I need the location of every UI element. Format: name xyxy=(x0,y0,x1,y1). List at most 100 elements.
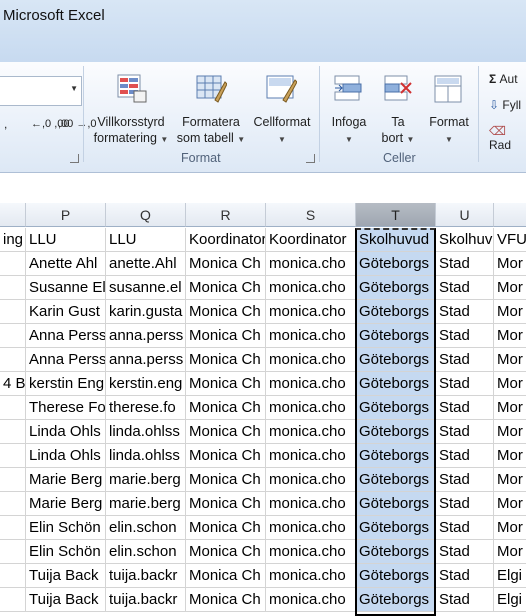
table-cell[interactable]: Marie Berg xyxy=(26,492,106,516)
table-cell[interactable]: Anette Ahl xyxy=(26,252,106,276)
table-cell[interactable]: Monica Ch xyxy=(186,564,266,588)
table-cell[interactable]: Stad xyxy=(436,564,494,588)
table-cell[interactable]: tuija.backr xyxy=(106,564,186,588)
table-cell[interactable]: Elin Schön xyxy=(26,540,106,564)
table-cell[interactable]: Göteborgs xyxy=(356,492,436,516)
table-cell[interactable]: Monica Ch xyxy=(186,252,266,276)
table-cell[interactable]: monica.cho xyxy=(266,588,356,612)
table-cell[interactable]: Anna Perss xyxy=(26,324,106,348)
table-cell[interactable]: Mor xyxy=(494,348,526,372)
table-cell[interactable]: Mor xyxy=(494,372,526,396)
table-cell[interactable]: Stad xyxy=(436,348,494,372)
column-header[interactable]: R xyxy=(186,203,266,227)
table-cell[interactable]: monica.cho xyxy=(266,252,356,276)
table-cell[interactable]: Göteborgs xyxy=(356,300,436,324)
comma-style-button[interactable]: , xyxy=(4,117,7,131)
table-cell[interactable]: anna.perss xyxy=(106,324,186,348)
table-cell[interactable]: karin.gusta xyxy=(106,300,186,324)
table-cell[interactable]: Linda Ohls xyxy=(26,420,106,444)
table-cell[interactable]: therese.fo xyxy=(106,396,186,420)
table-cell[interactable]: Mor xyxy=(494,276,526,300)
table-cell[interactable]: Elgi xyxy=(494,588,526,612)
table-cell[interactable]: monica.cho xyxy=(266,300,356,324)
table-cell[interactable]: Stad xyxy=(436,420,494,444)
table-cell[interactable]: Monica Ch xyxy=(186,420,266,444)
table-cell[interactable]: Stad xyxy=(436,588,494,612)
table-cell[interactable]: anna.perss xyxy=(106,348,186,372)
table-cell[interactable]: monica.cho xyxy=(266,276,356,300)
table-cell[interactable]: tuija.backr xyxy=(106,588,186,612)
table-cell[interactable] xyxy=(0,420,26,444)
table-cell[interactable]: linda.ohlss xyxy=(106,420,186,444)
table-cell[interactable] xyxy=(0,300,26,324)
table-cell[interactable]: Stad xyxy=(436,492,494,516)
table-cell[interactable]: Monica Ch xyxy=(186,396,266,420)
table-cell[interactable]: Anna Perss xyxy=(26,348,106,372)
table-cell[interactable]: Göteborgs xyxy=(356,468,436,492)
table-cell[interactable]: Göteborgs xyxy=(356,540,436,564)
table-cell[interactable]: monica.cho xyxy=(266,564,356,588)
table-cell[interactable]: monica.cho xyxy=(266,420,356,444)
table-cell[interactable]: Göteborgs xyxy=(356,516,436,540)
table-cell[interactable]: Göteborgs xyxy=(356,276,436,300)
column-header[interactable]: Q xyxy=(106,203,186,227)
table-cell[interactable]: Stad xyxy=(436,252,494,276)
table-cell[interactable]: Monica Ch xyxy=(186,300,266,324)
table-cell[interactable]: Stad xyxy=(436,372,494,396)
table-cell[interactable]: Göteborgs xyxy=(356,252,436,276)
column-header[interactable]: U xyxy=(436,203,494,227)
dialog-launcher-icon[interactable] xyxy=(306,154,315,163)
table-cell[interactable]: Stad xyxy=(436,444,494,468)
column-header[interactable] xyxy=(494,203,526,227)
fill-button[interactable]: ⇩ Fyll xyxy=(489,98,521,112)
column-header[interactable]: T xyxy=(356,203,436,227)
table-cell[interactable]: LLU xyxy=(106,228,186,252)
table-cell[interactable]: 4 B xyxy=(0,372,26,396)
table-cell[interactable]: monica.cho xyxy=(266,348,356,372)
table-cell[interactable]: Stad xyxy=(436,276,494,300)
clear-button[interactable]: ⌫ Rad xyxy=(489,124,526,152)
table-cell[interactable] xyxy=(0,540,26,564)
table-cell[interactable]: Stad xyxy=(436,516,494,540)
table-cell[interactable]: Göteborgs xyxy=(356,588,436,612)
table-cell[interactable]: Skolhuvud xyxy=(356,228,436,252)
table-cell[interactable]: Stad xyxy=(436,468,494,492)
table-cell[interactable] xyxy=(0,276,26,300)
table-cell[interactable]: Monica Ch xyxy=(186,588,266,612)
table-cell[interactable]: Skolhuv xyxy=(436,228,494,252)
table-cell[interactable]: LLU xyxy=(26,228,106,252)
table-cell[interactable] xyxy=(0,348,26,372)
table-cell[interactable]: Göteborgs xyxy=(356,372,436,396)
column-header[interactable]: S xyxy=(266,203,356,227)
dialog-launcher-icon[interactable] xyxy=(70,154,79,163)
table-cell[interactable]: Mor xyxy=(494,420,526,444)
table-cell[interactable]: Linda Ohls xyxy=(26,444,106,468)
table-cell[interactable]: monica.cho xyxy=(266,324,356,348)
table-cell[interactable]: Stad xyxy=(436,324,494,348)
table-cell[interactable]: marie.berg xyxy=(106,492,186,516)
table-cell[interactable]: Stad xyxy=(436,300,494,324)
table-cell[interactable]: Mor xyxy=(494,300,526,324)
table-cell[interactable]: Monica Ch xyxy=(186,276,266,300)
table-cell[interactable]: Marie Berg xyxy=(26,468,106,492)
table-cell[interactable]: Mor xyxy=(494,396,526,420)
table-cell[interactable] xyxy=(0,252,26,276)
table-cell[interactable]: Mor xyxy=(494,492,526,516)
table-cell[interactable]: Monica Ch xyxy=(186,324,266,348)
table-cell[interactable]: Monica Ch xyxy=(186,348,266,372)
table-cell[interactable]: Mor xyxy=(494,516,526,540)
table-cell[interactable]: Göteborgs xyxy=(356,396,436,420)
table-cell[interactable]: Göteborgs xyxy=(356,324,436,348)
table-cell[interactable]: Mor xyxy=(494,252,526,276)
formula-bar[interactable] xyxy=(0,173,526,204)
table-cell[interactable]: susanne.el xyxy=(106,276,186,300)
table-cell[interactable]: Therese Fo xyxy=(26,396,106,420)
table-cell[interactable]: Mor xyxy=(494,540,526,564)
table-cell[interactable]: linda.ohlss xyxy=(106,444,186,468)
table-cell[interactable] xyxy=(0,516,26,540)
table-cell[interactable]: Göteborgs xyxy=(356,444,436,468)
table-cell[interactable] xyxy=(0,444,26,468)
table-cell[interactable] xyxy=(0,564,26,588)
table-cell[interactable]: monica.cho xyxy=(266,516,356,540)
table-cell[interactable]: elin.schon xyxy=(106,540,186,564)
